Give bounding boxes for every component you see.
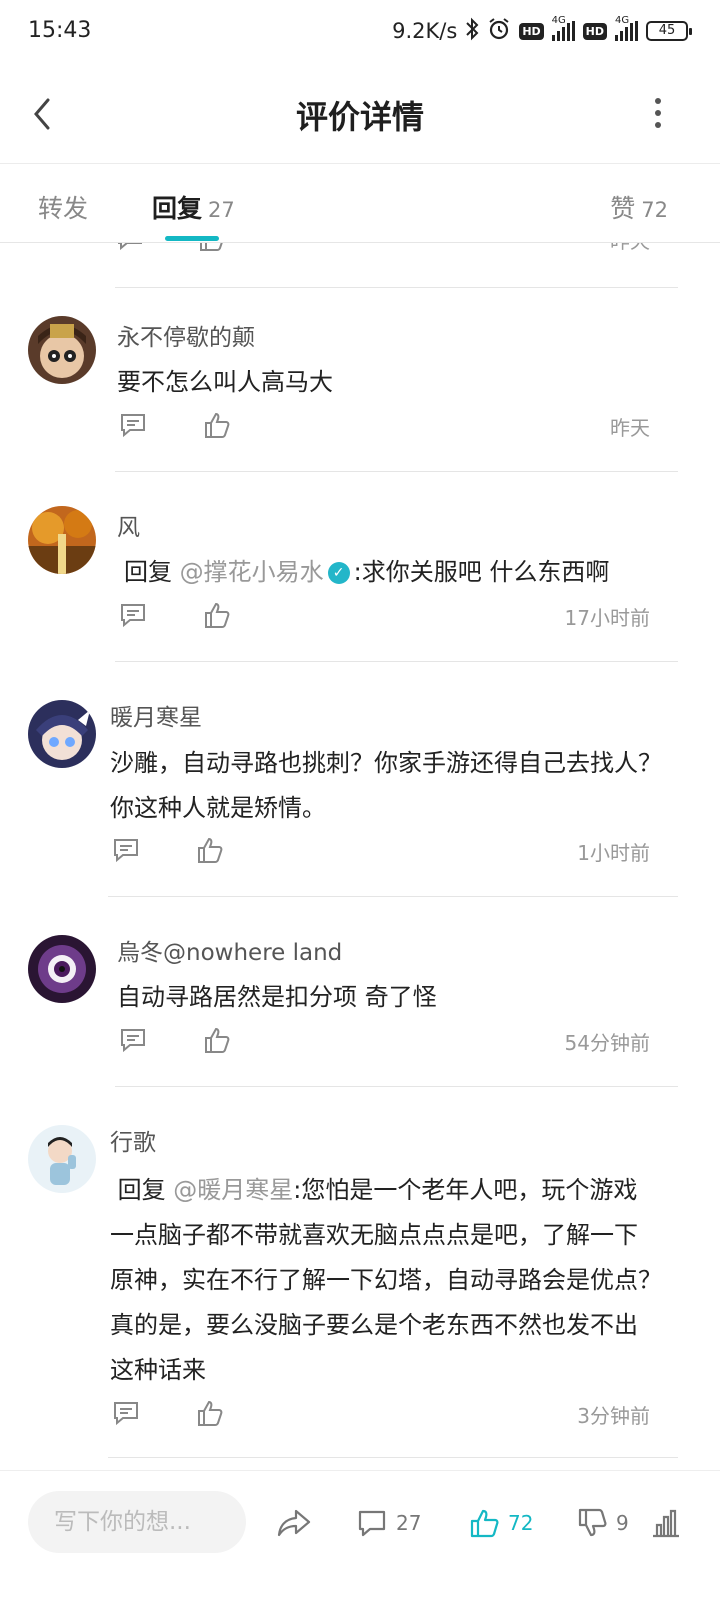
more-options-button[interactable] [648,98,668,128]
stats-button[interactable] [650,1503,682,1543]
battery-icon: 45 [646,21,692,41]
thumbs-up-icon [470,1509,499,1538]
comment-text: 要不怎么叫人高马大 [117,368,333,396]
comment-icon[interactable] [118,600,148,630]
comment-icon[interactable] [115,243,145,253]
timestamp: 54分钟前 [564,1031,650,1055]
status-time: 15:43 [28,18,92,43]
divider [115,661,678,662]
divider [108,1457,678,1458]
comment-actions: 17小时前 [118,600,650,634]
mention-link[interactable]: @暖月寒星 [173,1176,293,1204]
like-icon[interactable] [197,243,227,253]
divider [115,1086,678,1087]
bar-chart-icon [653,1509,679,1538]
like-icon[interactable] [202,600,232,630]
tab-reply[interactable]: 回复 27 [152,189,235,225]
username[interactable]: 风 [117,508,140,542]
network-speed: 9.2K/s [392,19,458,43]
like-icon[interactable] [195,1398,225,1428]
username[interactable]: 永不停歇的颠 [117,318,255,352]
timestamp: 1小时前 [577,841,650,865]
thumbs-down-icon [578,1508,607,1537]
share-button[interactable] [276,1503,312,1543]
avatar[interactable] [28,1125,96,1193]
tab-like[interactable]: 赞 72 [610,189,668,225]
username[interactable]: 烏冬@nowhere land [117,933,342,967]
divider [115,471,678,472]
more-vertical-icon [655,98,661,104]
comment-text: 回复 @暖月寒星:您怕是一个老年人吧，玩个游戏 一点脑子都不带就喜欢无脑点点点是… [110,1176,662,1384]
avatar[interactable] [28,506,96,574]
list-item: 暖月寒星 沙雕，自动寻路也挑刺？你家手游还得自己去找人？ 你这种人就是矫情。 1… [0,668,720,903]
list-item: 烏冬@nowhere land 自动寻路居然是扣分项 奇了怪 54分钟前 [0,903,720,1093]
signal-icon: 4G [551,15,575,41]
list-item: 风 回复 @撑花小易水 ✓:求你关服吧 什么东西啊 17小时前 [0,478,720,668]
dislike-count: 9 [616,1511,629,1535]
share-icon [277,1509,311,1537]
comment-text: 回复 @撑花小易水 ✓:求你关服吧 什么东西啊 [124,558,610,586]
comment-count: 27 [396,1511,422,1535]
comment-icon[interactable] [118,410,148,440]
page-title: 评价详情 [295,98,424,136]
comment-list[interactable]: 昨天 永不停歇的颠 要不怎么叫人高马大 昨天 风 回复 @撑花小易水✓:求你关服… [0,243,720,1500]
comment-icon[interactable] [118,1025,148,1055]
tab-active-indicator [165,236,219,241]
like-count: 72 [641,198,668,222]
comment-text: 自动寻路居然是扣分项 奇了怪 [117,983,437,1011]
avatar[interactable] [28,935,96,1003]
comment-icon[interactable] [111,835,141,865]
reply-count: 27 [208,198,235,222]
comment-actions: 昨天 [118,410,650,444]
signal-icon-2: 4G [615,15,638,41]
tab-repost[interactable]: 转发 [38,189,88,225]
avatar[interactable] [28,316,96,384]
like-button[interactable]: 72 [468,1503,533,1543]
comment-actions: 54分钟前 [118,1025,650,1059]
hd-icon: HD [519,22,544,40]
bluetooth-icon [465,17,479,46]
like-icon[interactable] [202,1025,232,1055]
list-item-partial: 昨天 [0,243,720,288]
comment-icon [358,1510,386,1537]
timestamp: 17小时前 [564,606,650,630]
verified-badge-icon: ✓ [327,562,350,584]
list-item: 行歌 回复 @暖月寒星:您怕是一个老年人吧，玩个游戏 一点脑子都不带就喜欢无脑点… [0,1093,720,1465]
comment-actions: 1小时前 [111,835,650,869]
hd-icon-2: HD [582,22,607,40]
tab-bar: 转发 回复 27 赞 72 [0,165,720,243]
username[interactable]: 行歌 [110,1123,156,1157]
like-icon[interactable] [202,410,232,440]
comment-text: 沙雕，自动寻路也挑刺？你家手游还得自己去找人？ 你这种人就是矫情。 [110,749,662,822]
dislike-button[interactable]: 9 [576,1503,629,1543]
divider [108,896,678,897]
timestamp: 昨天 [610,416,650,440]
comment-count-button[interactable]: 27 [356,1503,421,1543]
username[interactable]: 暖月寒星 [110,698,202,732]
comment-icon[interactable] [111,1398,141,1428]
mention-link[interactable]: @撑花小易水 [180,558,324,586]
top-app-bar: 评价详情 [0,64,720,164]
like-count: 72 [508,1511,534,1535]
status-icons: 9.2K/s HD 4G HD 4G 45 [392,15,692,46]
timestamp: 3分钟前 [577,1404,650,1428]
avatar[interactable] [28,700,96,768]
status-bar: 15:43 9.2K/s HD 4G HD 4G 45 [0,0,720,64]
comment-actions: 3分钟前 [111,1398,650,1432]
list-item: 永不停歇的颠 要不怎么叫人高马大 昨天 [0,288,720,478]
timestamp: 昨天 [610,243,650,254]
bottom-action-bar: 写下你的想... 27 72 9 [0,1470,720,1600]
alarm-icon [487,17,511,46]
comment-input[interactable]: 写下你的想... [28,1491,246,1553]
like-icon[interactable] [195,835,225,865]
